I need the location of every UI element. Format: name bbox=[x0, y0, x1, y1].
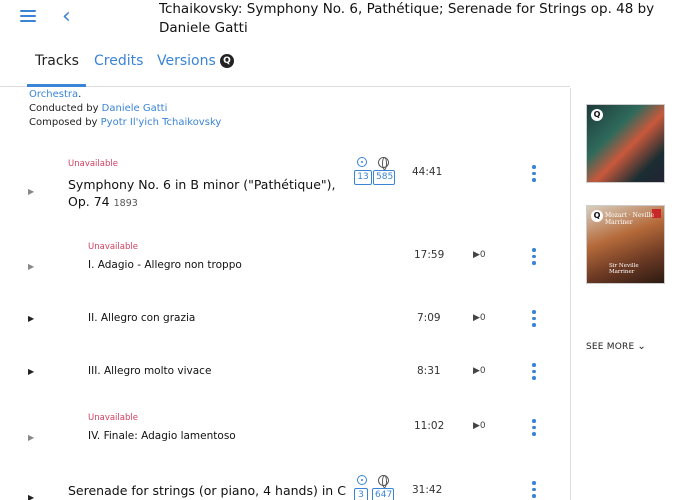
recordings-count-badge[interactable]: 13 bbox=[354, 170, 372, 185]
movement-row[interactable]: Unavailable ▶ I. Adagio - Allegro non tr… bbox=[0, 238, 570, 278]
unavailable-label: Unavailable bbox=[88, 242, 138, 252]
movement-row[interactable]: Unavailable ▶ IV. Finale: Adagio lamento… bbox=[0, 409, 570, 449]
movement-title: I. Adagio - Allegro non troppo bbox=[88, 259, 242, 271]
play-icon[interactable]: ▶ bbox=[28, 314, 34, 323]
q-logo-icon: Q bbox=[220, 54, 234, 68]
unavailable-label: Unavailable bbox=[88, 413, 138, 423]
movement-duration: 17:59 bbox=[414, 249, 445, 261]
hamburger-menu-icon[interactable] bbox=[20, 10, 36, 24]
play-icon[interactable]: ▶ bbox=[28, 493, 34, 500]
tab-bar: Tracks Credits Versions Q bbox=[0, 42, 570, 87]
globe-icon bbox=[378, 475, 389, 488]
album-cover[interactable]: Q bbox=[586, 104, 665, 183]
credits-block: Orchestra. Conducted by Daniele Gatti Co… bbox=[29, 89, 222, 128]
unavailable-label: Unavailable bbox=[68, 159, 118, 169]
more-options-icon[interactable] bbox=[532, 419, 538, 439]
work-stats: 3 647 bbox=[354, 475, 394, 500]
globe-icon bbox=[378, 157, 389, 170]
work-row[interactable]: Unavailable ▶ Symphony No. 6 in B minor … bbox=[0, 150, 570, 220]
sidebar-divider bbox=[570, 88, 571, 500]
play-count[interactable]: ▶0 bbox=[473, 313, 486, 323]
album-cover[interactable]: Q Mozart · Neville Marriner Sir Neville … bbox=[586, 205, 665, 284]
movement-row[interactable]: ▶ III. Allegro molto vivace 8:31 ▶0 bbox=[0, 358, 570, 388]
work-title-text: Symphony No. 6 in B minor ("Pathétique")… bbox=[68, 177, 336, 209]
more-options-icon[interactable] bbox=[532, 248, 538, 268]
active-tab-indicator bbox=[27, 84, 86, 87]
movement-row[interactable]: ▶ II. Allegro con grazia 7:09 ▶0 bbox=[0, 305, 570, 335]
movement-duration: 8:31 bbox=[417, 365, 441, 377]
see-more-button[interactable]: SEE MORE ⌄ bbox=[586, 341, 646, 352]
play-icon[interactable]: ▶ bbox=[28, 187, 34, 196]
movement-title: III. Allegro molto vivace bbox=[88, 365, 212, 377]
play-icon[interactable]: ▶ bbox=[28, 262, 34, 271]
more-options-icon[interactable] bbox=[532, 363, 538, 383]
work-stats: 13 585 bbox=[354, 157, 395, 187]
more-options-icon[interactable] bbox=[532, 481, 538, 500]
work-year: 1893 bbox=[113, 198, 138, 209]
orchestra-link[interactable]: Orchestra bbox=[29, 89, 78, 100]
disc-icon bbox=[357, 475, 367, 485]
movement-title: IV. Finale: Adagio lamentoso bbox=[88, 430, 236, 442]
see-more-label: SEE MORE bbox=[586, 342, 635, 352]
play-icon[interactable]: ▶ bbox=[28, 433, 34, 442]
play-count[interactable]: ▶0 bbox=[473, 366, 486, 376]
tab-versions[interactable]: Versions bbox=[157, 53, 216, 69]
cover-caption: Mozart · Neville Marriner bbox=[605, 212, 654, 226]
tab-tracks[interactable]: Tracks bbox=[35, 53, 79, 69]
back-chevron-icon[interactable]: ‹ bbox=[62, 6, 71, 28]
movement-duration: 7:09 bbox=[417, 312, 441, 324]
conductor-link[interactable]: Daniele Gatti bbox=[102, 103, 168, 114]
more-options-icon[interactable] bbox=[532, 165, 538, 185]
cover-caption-secondary: Sir Neville Marriner bbox=[609, 263, 639, 275]
work-row[interactable]: ▶ Serenade for strings (or piano, 4 hand… bbox=[0, 475, 570, 500]
work-duration: 44:41 bbox=[412, 166, 443, 178]
work-title: Symphony No. 6 in B minor ("Pathétique")… bbox=[68, 176, 343, 212]
play-count[interactable]: ▶0 bbox=[473, 421, 486, 431]
page-title: Tchaikovsky: Symphony No. 6, Pathétique;… bbox=[159, 1, 655, 36]
movement-duration: 11:02 bbox=[414, 420, 445, 432]
composed-by-label: Composed by bbox=[29, 117, 101, 128]
play-icon[interactable]: ▶ bbox=[28, 367, 34, 376]
q-logo-icon: Q bbox=[591, 210, 603, 222]
conducted-by-label: Conducted by bbox=[29, 103, 102, 114]
performers-count-badge[interactable]: 647 bbox=[372, 488, 394, 500]
chevron-down-icon: ⌄ bbox=[637, 341, 646, 352]
q-logo-icon: Q bbox=[591, 109, 603, 121]
work-title: Serenade for strings (or piano, 4 hands)… bbox=[68, 483, 346, 498]
work-duration: 31:42 bbox=[412, 484, 443, 496]
performers-count-badge[interactable]: 585 bbox=[373, 170, 395, 185]
movement-title: II. Allegro con grazia bbox=[88, 312, 196, 324]
play-count[interactable]: ▶0 bbox=[473, 250, 486, 260]
more-options-icon[interactable] bbox=[532, 310, 538, 330]
tab-credits[interactable]: Credits bbox=[94, 53, 143, 69]
disc-icon bbox=[357, 157, 367, 167]
composer-link[interactable]: Pyotr Il'yich Tchaikovsky bbox=[101, 117, 222, 128]
recordings-count-badge[interactable]: 3 bbox=[354, 488, 368, 500]
top-bar: ‹ Tchaikovsky: Symphony No. 6, Pathétiqu… bbox=[0, 0, 674, 42]
